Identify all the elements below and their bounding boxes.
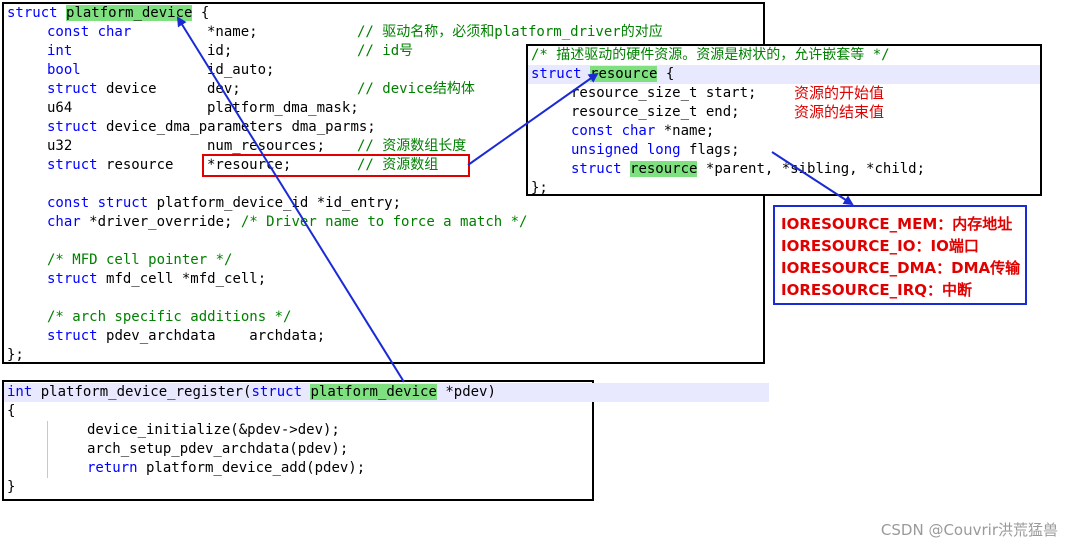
arrow-resource-to-struct xyxy=(467,72,599,166)
arrow-flags-to-note xyxy=(771,151,854,206)
connector-arrows xyxy=(176,16,854,383)
arrow-register-to-struct xyxy=(176,16,405,383)
watermark: CSDN @Couvrir洪荒猛兽 xyxy=(880,521,1058,539)
